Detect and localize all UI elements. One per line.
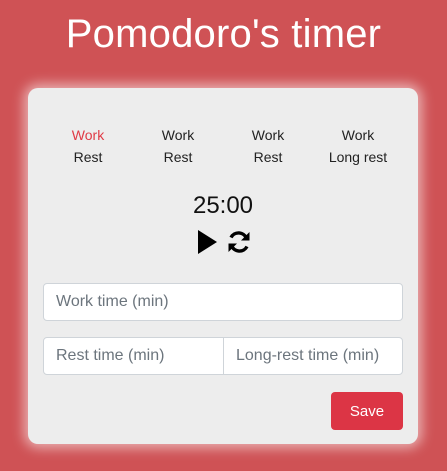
phase-long-rest-label: Long rest xyxy=(328,149,388,165)
refresh-icon xyxy=(228,231,250,253)
rest-time-input[interactable] xyxy=(43,337,224,375)
phase-work-label: Work xyxy=(161,127,195,143)
phase-work-label: Work xyxy=(341,127,375,143)
long-rest-time-input[interactable] xyxy=(223,337,403,375)
reset-button[interactable] xyxy=(226,228,252,256)
cycle-step-4: Work Long rest xyxy=(313,124,403,168)
play-icon xyxy=(198,230,217,254)
phase-rest-label: Rest xyxy=(163,149,193,165)
cycle-step-1: Work Rest xyxy=(43,124,133,168)
save-button[interactable]: Save xyxy=(331,392,403,430)
phase-rest-label: Rest xyxy=(73,149,103,165)
phase-rest-label: Rest xyxy=(253,149,283,165)
phase-work-label: Work xyxy=(251,127,285,143)
timer-display: 25:00 xyxy=(192,192,254,219)
timer-controls xyxy=(28,228,418,256)
phase-work-label: Work xyxy=(71,127,105,143)
cycle-step-3: Work Rest xyxy=(223,124,313,168)
play-button[interactable] xyxy=(194,228,220,256)
work-time-input[interactable] xyxy=(43,283,403,321)
timer-card: Work Rest Work Rest Work Rest Work Long … xyxy=(28,88,418,444)
pomodoro-cycle: Work Rest Work Rest Work Rest Work Long … xyxy=(43,124,403,168)
cycle-step-2: Work Rest xyxy=(133,124,223,168)
page-title: Pomodoro's timer xyxy=(65,12,382,56)
